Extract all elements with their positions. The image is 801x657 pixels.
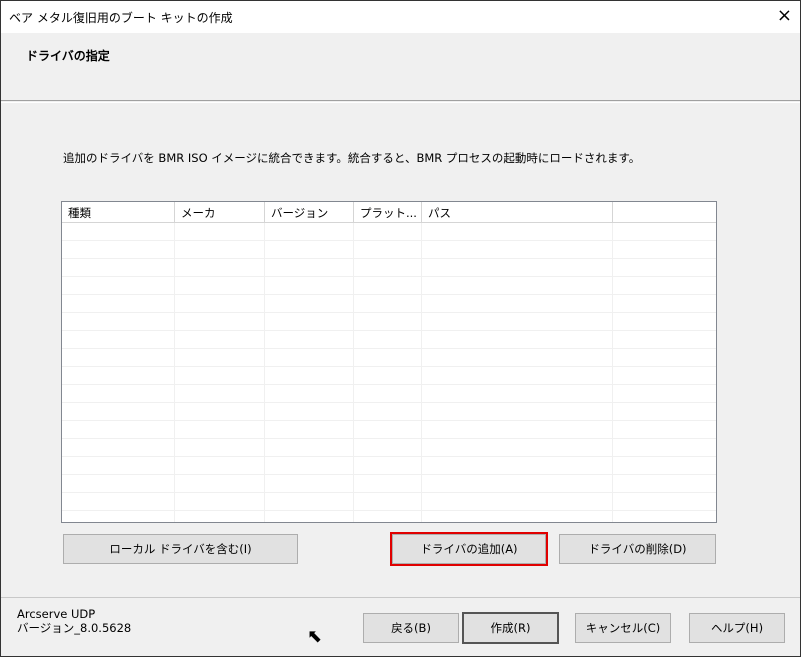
column-line bbox=[264, 223, 265, 522]
column-type[interactable]: 種類 bbox=[62, 202, 175, 222]
title-bar: ベア メタル復旧用のブート キットの作成 × bbox=[1, 1, 800, 33]
back-button[interactable]: 戻る(B) bbox=[363, 613, 459, 643]
column-platform[interactable]: プラット... bbox=[354, 202, 422, 222]
column-version[interactable]: バージョン bbox=[265, 202, 354, 222]
column-extra bbox=[613, 202, 716, 222]
highlight-box bbox=[390, 532, 548, 566]
column-path[interactable]: パス bbox=[422, 202, 613, 222]
dialog-window: ベア メタル復旧用のブート キットの作成 × ドライバの指定 追加のドライバを … bbox=[0, 0, 801, 657]
column-line bbox=[421, 223, 422, 522]
product-version: バージョン_8.0.5628 bbox=[17, 621, 132, 635]
column-line bbox=[174, 223, 175, 522]
help-button[interactable]: ヘルプ(H) bbox=[689, 613, 785, 643]
product-info: Arcserve UDP バージョン_8.0.5628 bbox=[17, 607, 131, 635]
header-panel: ドライバの指定 bbox=[1, 33, 800, 101]
window-title: ベア メタル復旧用のブート キットの作成 bbox=[9, 11, 233, 25]
column-line bbox=[353, 223, 354, 522]
cancel-button[interactable]: キャンセル(C) bbox=[575, 613, 671, 643]
close-icon[interactable]: × bbox=[777, 5, 792, 26]
driver-table[interactable]: 種類 メーカ バージョン プラット... パス bbox=[61, 201, 717, 523]
divider bbox=[1, 102, 800, 103]
table-body bbox=[62, 223, 716, 522]
page-title: ドライバの指定 bbox=[26, 49, 110, 63]
column-vendor[interactable]: メーカ bbox=[175, 202, 265, 222]
footer-divider bbox=[1, 597, 800, 598]
mouse-cursor-icon: ⬉ bbox=[307, 626, 323, 647]
remove-driver-button[interactable]: ドライバの削除(D) bbox=[559, 534, 716, 564]
table-header: 種類 メーカ バージョン プラット... パス bbox=[62, 202, 716, 223]
column-line bbox=[612, 223, 613, 522]
include-local-drivers-button[interactable]: ローカル ドライバを含む(I) bbox=[63, 534, 298, 564]
product-name: Arcserve UDP bbox=[17, 607, 96, 621]
description-text: 追加のドライバを BMR ISO イメージに統合できます。統合すると、BMR プ… bbox=[63, 151, 641, 165]
create-button[interactable]: 作成(R) bbox=[462, 612, 559, 644]
